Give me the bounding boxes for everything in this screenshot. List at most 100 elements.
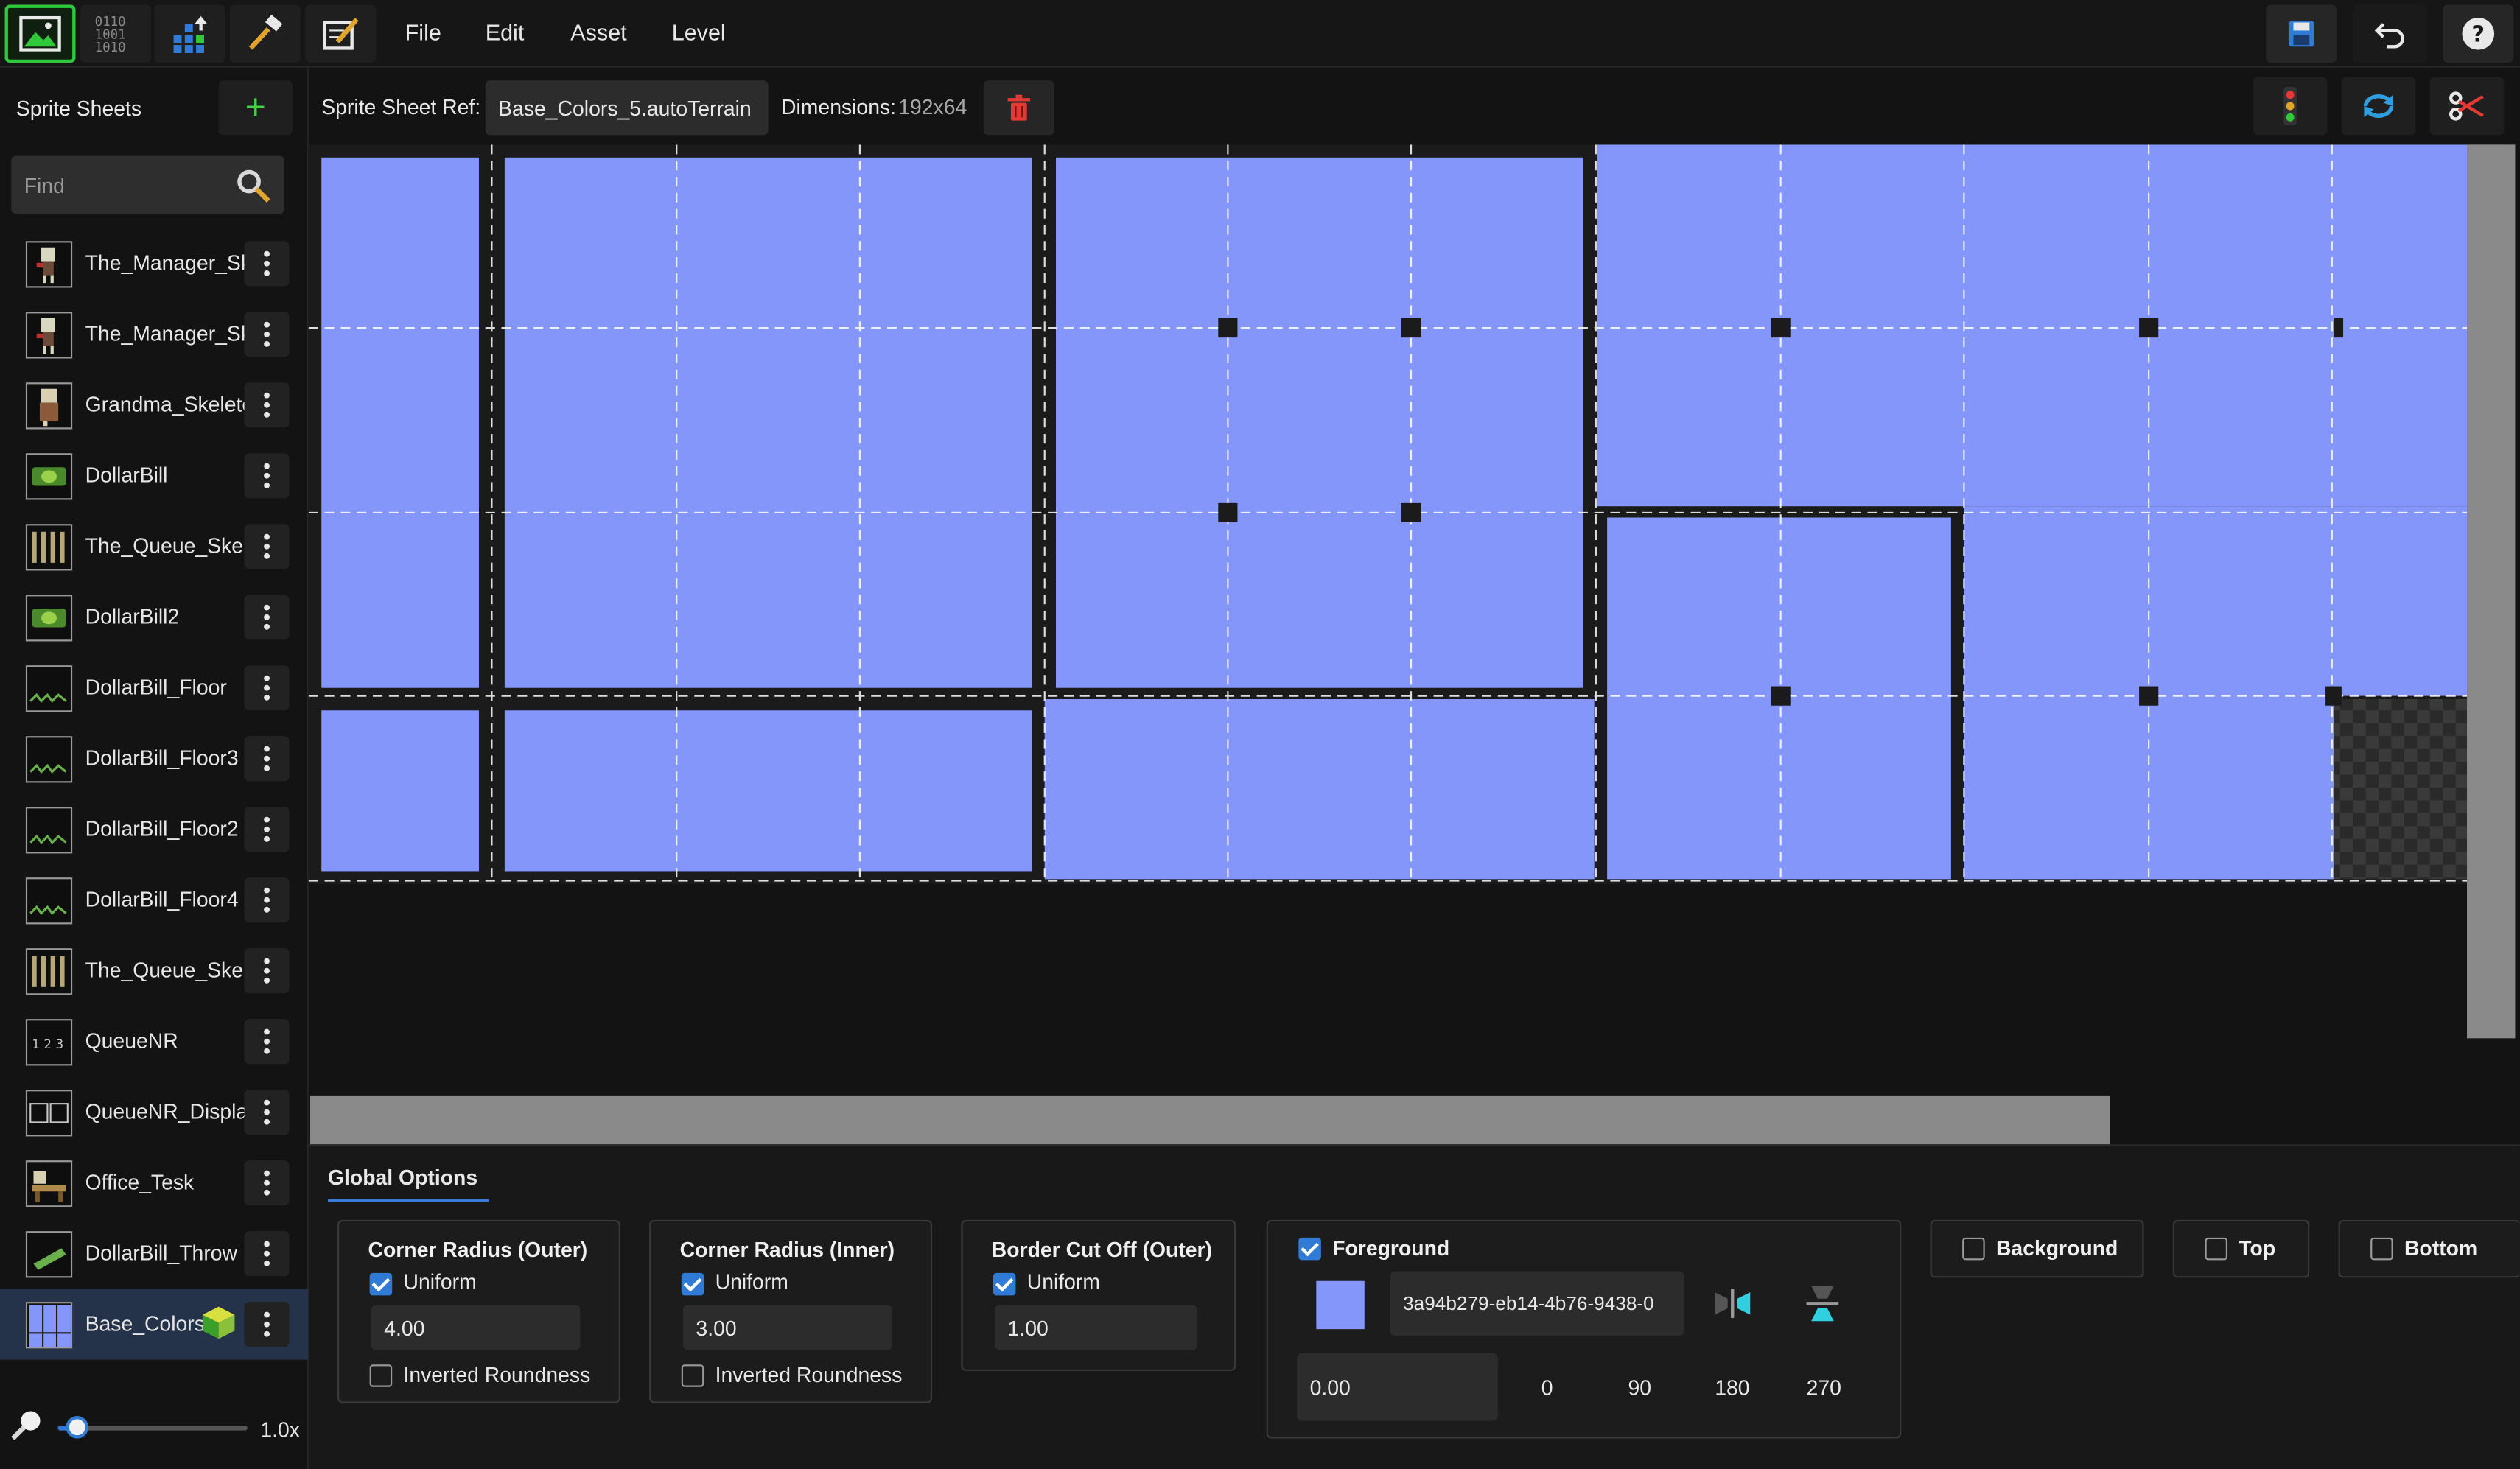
background-checkbox[interactable]	[1962, 1237, 1985, 1261]
help-icon: ?	[2462, 17, 2495, 50]
item-options-button[interactable]	[244, 382, 290, 428]
search-input[interactable]	[24, 155, 234, 214]
item-options-button[interactable]	[244, 807, 290, 852]
hammer-tool-button[interactable]	[229, 4, 301, 63]
rotate-90-button[interactable]: 90	[1628, 1375, 1651, 1400]
sprite-sheet-item[interactable]: 1 2 3 QueueNR	[0, 1006, 309, 1077]
sync-button[interactable]	[2341, 77, 2416, 136]
menu-level[interactable]: Level	[672, 19, 726, 45]
item-options-button[interactable]	[244, 524, 290, 569]
menu-edit[interactable]: Edit	[486, 19, 525, 45]
inner-inverted-checkbox[interactable]	[681, 1364, 704, 1387]
sprite-sheet-thumbnail	[25, 948, 73, 995]
item-options-button[interactable]	[244, 1019, 290, 1065]
rotation-input[interactable]: 0.00	[1297, 1353, 1498, 1421]
cut-icon	[2449, 91, 2484, 121]
outer-uniform-checkbox[interactable]	[369, 1272, 393, 1296]
cut-button[interactable]	[2429, 77, 2505, 136]
sprite-sheet-label: The_Queue_Skeleton	[85, 958, 248, 982]
image-editor-tool-button[interactable]	[4, 4, 76, 63]
sprite-sheet-item[interactable]: DollarBill_Throw	[0, 1219, 309, 1289]
item-options-button[interactable]	[244, 1160, 290, 1206]
cutoff-uniform-label: Uniform	[1026, 1269, 1101, 1294]
sprite-sheet-item[interactable]: Base_Colors	[0, 1289, 309, 1360]
sprite-sheet-label: DollarBill_Throw	[85, 1241, 238, 1265]
tile-grid-tool-button[interactable]	[154, 4, 225, 63]
bottom-group: Bottom	[2338, 1219, 2520, 1278]
menu-file[interactable]: File	[405, 19, 441, 45]
sprite-sheet-preview[interactable]	[308, 144, 2468, 900]
undo-button[interactable]	[2353, 4, 2427, 63]
sprite-sheet-thumbnail	[25, 1231, 73, 1278]
sprite-sheet-thumbnail	[25, 807, 73, 854]
item-options-button[interactable]	[244, 1090, 290, 1135]
menu-asset[interactable]: Asset	[570, 19, 626, 45]
kebab-menu-icon	[264, 816, 270, 842]
border-cutoff-group: Border Cut Off (Outer) Uniform 1.00	[961, 1219, 1236, 1371]
sprite-sheet-canvas[interactable]	[308, 144, 2520, 1145]
sprite-sheet-item[interactable]: The_Queue_Skeleton	[0, 511, 309, 582]
sprite-sheet-item[interactable]: QueueNR_Display	[0, 1077, 309, 1148]
outer-inverted-checkbox[interactable]	[369, 1364, 393, 1387]
item-options-button[interactable]	[244, 1302, 290, 1347]
sprite-sheet-item[interactable]: DollarBill	[0, 441, 309, 511]
sprite-sheet-item[interactable]: DollarBill_Floor4	[0, 865, 309, 936]
sprite-sheet-item[interactable]: The_Manager_Skeleton	[0, 228, 309, 299]
flip-horizontal-button[interactable]	[1712, 1286, 1754, 1329]
vertical-scrollbar[interactable]	[2467, 144, 2516, 1039]
sprite-sheet-label: DollarBill_Floor3	[85, 746, 239, 770]
add-sprite-sheet-button[interactable]: +	[218, 80, 293, 136]
foreground-checkbox[interactable]	[1298, 1237, 1321, 1261]
item-options-button[interactable]	[244, 241, 290, 287]
outer-radius-input[interactable]: 4.00	[371, 1305, 581, 1350]
zoom-icon	[11, 1411, 41, 1440]
bottom-checkbox[interactable]	[2370, 1237, 2393, 1261]
sprite-sheet-item[interactable]: The_Manager_Skeleton	[0, 299, 309, 370]
item-options-button[interactable]	[244, 1231, 290, 1277]
rotate-0-button[interactable]: 0	[1541, 1375, 1553, 1400]
sprite-sheet-item[interactable]: DollarBill2	[0, 582, 309, 653]
binary-tool-button[interactable]: 0110 1001 1010	[80, 4, 152, 63]
sprite-sheet-item[interactable]: DollarBill_Floor2	[0, 794, 309, 865]
cutoff-uniform-checkbox[interactable]	[993, 1272, 1016, 1296]
inner-uniform-checkbox[interactable]	[681, 1272, 704, 1296]
traffic-light-button[interactable]	[2253, 77, 2328, 136]
svg-text:1010: 1010	[95, 41, 126, 55]
foreground-guid-field[interactable]: 3a94b279-eb14-4b76-9438-0	[1390, 1271, 1684, 1336]
sprite-sheet-thumbnail	[25, 1160, 73, 1207]
save-button[interactable]	[2266, 4, 2337, 63]
item-options-button[interactable]	[244, 312, 290, 357]
sprite-sheet-thumbnail	[25, 736, 73, 783]
sprite-sheet-thumbnail	[25, 241, 73, 288]
sprite-sheet-item[interactable]: Grandma_Skeleton	[0, 370, 309, 441]
sprite-sheet-item[interactable]: Office_Tesk	[0, 1148, 309, 1219]
item-options-button[interactable]	[244, 877, 290, 923]
inner-radius-input[interactable]: 3.00	[682, 1305, 892, 1350]
sprite-sheet-toolbar: Sprite Sheet Ref: Base_Colors_5.autoTerr…	[308, 67, 2520, 145]
sprite-sheet-item[interactable]: The_Queue_Skeleton	[0, 936, 309, 1006]
background-group: Background	[1930, 1219, 2144, 1278]
rotate-180-button[interactable]: 180	[1715, 1375, 1749, 1400]
flip-vertical-button[interactable]	[1805, 1283, 1840, 1333]
item-options-button[interactable]	[244, 665, 290, 711]
item-options-button[interactable]	[244, 595, 290, 640]
note-edit-tool-button[interactable]	[305, 4, 377, 63]
sprite-sheet-item[interactable]: DollarBill_Floor3	[0, 723, 309, 794]
item-options-button[interactable]	[244, 453, 290, 499]
top-checkbox[interactable]	[2205, 1237, 2228, 1261]
item-options-button[interactable]	[244, 948, 290, 994]
horizontal-scrollbar[interactable]	[309, 1095, 2110, 1145]
delete-sprite-sheet-button[interactable]	[983, 80, 1054, 136]
sprite-sheet-label: QueueNR	[85, 1028, 178, 1053]
foreground-color-swatch[interactable]	[1316, 1280, 1365, 1330]
sprite-sheet-item[interactable]: DollarBill_Floor	[0, 653, 309, 723]
tab-global-options[interactable]: Global Options	[327, 1165, 489, 1202]
sprite-sheet-ref-field[interactable]: Base_Colors_5.autoTerrain	[485, 80, 769, 136]
rotate-270-button[interactable]: 270	[1807, 1375, 1841, 1400]
zoom-slider-thumb[interactable]	[65, 1416, 88, 1439]
kebab-menu-icon	[264, 392, 270, 418]
tile-inner-corner-block	[1055, 157, 1583, 688]
cutoff-input[interactable]: 1.00	[995, 1305, 1197, 1350]
help-button[interactable]: ?	[2443, 4, 2514, 63]
item-options-button[interactable]	[244, 736, 290, 782]
